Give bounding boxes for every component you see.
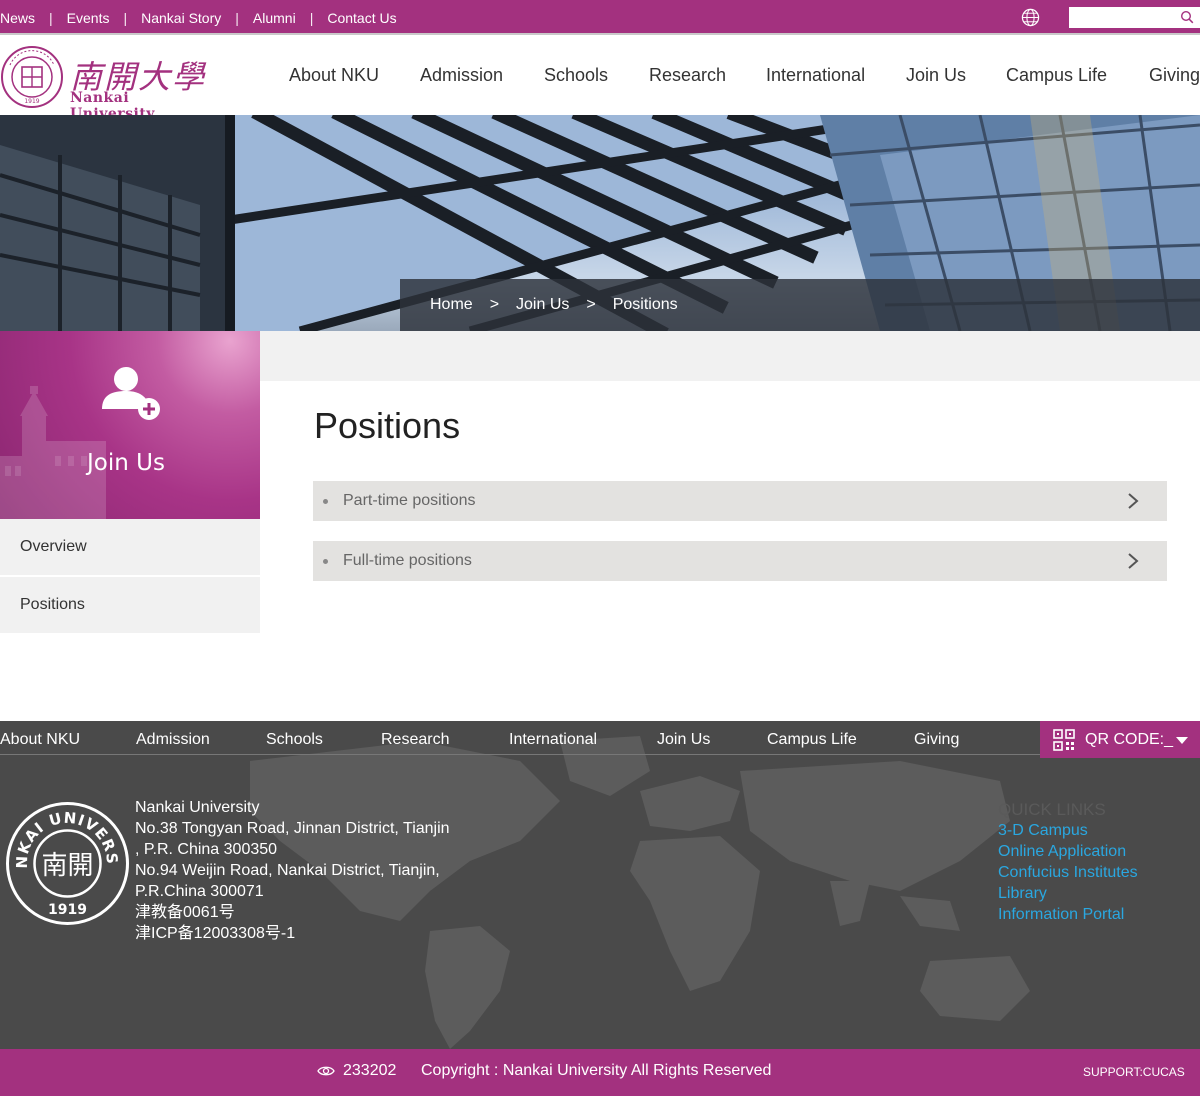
breadcrumb-home[interactable]: Home: [430, 296, 473, 314]
eye-icon: [317, 1066, 335, 1076]
breadcrumb-separator: >: [489, 296, 500, 313]
address-line: No.38 Tongyan Road, Jinnan District, Tia…: [135, 820, 450, 837]
qr-code-button[interactable]: QR CODE:_: [1040, 721, 1200, 758]
breadcrumb-separator: >: [586, 296, 596, 313]
sidebar-item-overview[interactable]: Overview: [0, 519, 260, 575]
separator: |: [49, 9, 53, 26]
qr-code-icon: [1053, 728, 1075, 751]
utility-link-alumni[interactable]: Alumni: [253, 10, 296, 26]
visit-counter: 233202: [343, 1062, 397, 1079]
address-line: P.R.China 300071: [135, 883, 264, 900]
separator: |: [123, 9, 128, 26]
main-navigation: About NKU Admission Schools Research Int…: [0, 35, 1200, 115]
university-seal-icon: NANKAI UNIVERSITY 南開 1919: [5, 801, 129, 925]
nav-international[interactable]: International: [766, 65, 865, 86]
site-header: 1919 南開大學 Nankai University About NKU Ad…: [0, 35, 1200, 122]
globe-icon[interactable]: [1021, 8, 1040, 27]
icp-record: 津教备0061号: [135, 904, 235, 921]
breadcrumb-join-us[interactable]: Join Us: [516, 296, 569, 314]
footer-navigation: About NKU Admission Schools Research Int…: [0, 721, 1040, 755]
bullet-icon: [323, 498, 328, 504]
footer-nav-international[interactable]: International: [509, 731, 597, 749]
utility-link-events[interactable]: Events: [67, 10, 110, 26]
position-item-part-time[interactable]: Part-time positions: [313, 481, 1167, 521]
quick-link-confucius-institutes[interactable]: Confucius Institutes: [998, 862, 1138, 883]
bullet-icon: [323, 558, 328, 564]
chevron-right-icon: [1128, 493, 1139, 509]
footer-nav-about-nku[interactable]: About NKU: [0, 731, 80, 749]
user-add-icon: [102, 367, 160, 420]
page-banner: Home > Join Us > Positions: [0, 115, 1200, 331]
nav-schools[interactable]: Schools: [544, 65, 608, 86]
address-line: No.94 Weijin Road, Nankai District, Tian…: [135, 862, 440, 879]
svg-text:1919: 1919: [48, 902, 87, 918]
quick-link-3d-campus[interactable]: 3-D Campus: [998, 820, 1138, 841]
utility-links: News | Events | Nankai Story | Alumni | …: [0, 0, 397, 35]
nav-join-us[interactable]: Join Us: [906, 65, 966, 86]
quick-links-heading: QUICK LINKS: [998, 800, 1106, 819]
breadcrumb-current: Positions: [612, 296, 678, 313]
footer-nav-giving[interactable]: Giving: [914, 731, 959, 749]
utility-link-contact-us[interactable]: Contact Us: [327, 10, 396, 26]
caret-down-icon: [1176, 737, 1188, 744]
sidebar-title: Join Us: [87, 450, 165, 476]
top-utility-bar: News | Events | Nankai Story | Alumni | …: [0, 0, 1200, 35]
position-item-full-time[interactable]: Full-time positions: [313, 541, 1167, 581]
footer-nav-schools[interactable]: Schools: [266, 731, 323, 749]
support-credit[interactable]: SUPPORT:CUCAS: [1083, 1065, 1185, 1079]
quick-link-online-application[interactable]: Online Application: [998, 841, 1138, 862]
page-title: Positions: [314, 405, 461, 446]
nav-campus-life[interactable]: Campus Life: [1006, 65, 1107, 86]
nav-about-nku[interactable]: About NKU: [289, 65, 379, 86]
utility-link-news[interactable]: News: [0, 10, 35, 26]
quick-link-information-portal[interactable]: Information Portal: [998, 904, 1138, 925]
content-top-strip: [260, 331, 1200, 381]
nav-giving[interactable]: Giving: [1149, 65, 1200, 86]
address-line: Nankai University: [135, 799, 260, 816]
utility-link-nankai-story[interactable]: Nankai Story: [141, 10, 221, 26]
quick-link-library[interactable]: Library: [998, 883, 1138, 904]
chevron-right-icon: [1128, 553, 1139, 569]
bottom-bar: 233202 Copyright : Nankai University All…: [0, 1049, 1200, 1096]
separator: |: [235, 9, 239, 26]
sidebar-header: Join Us: [0, 331, 260, 519]
icp-record: 津ICP备12003308号-1: [135, 925, 296, 942]
quick-links: QUICK LINKS 3-D Campus Online Applicatio…: [998, 799, 1138, 925]
footer-nav-join-us[interactable]: Join Us: [657, 731, 710, 749]
sidebar-item-positions[interactable]: Positions: [0, 577, 260, 633]
nav-admission[interactable]: Admission: [420, 65, 503, 86]
footer-nav-admission[interactable]: Admission: [136, 731, 210, 749]
address-line: , P.R. China 300350: [135, 841, 278, 858]
separator: |: [309, 9, 314, 26]
search-icon[interactable]: [1180, 10, 1194, 24]
qr-code-label: QR CODE:_: [1085, 730, 1174, 748]
search-box: [1069, 7, 1200, 28]
search-input[interactable]: [1069, 7, 1169, 28]
site-footer: About NKU Admission Schools Research Int…: [0, 721, 1200, 1049]
breadcrumb: Home > Join Us > Positions: [400, 279, 1200, 331]
footer-nav-research[interactable]: Research: [381, 731, 449, 749]
nav-research[interactable]: Research: [649, 65, 726, 86]
footer-nav-campus-life[interactable]: Campus Life: [767, 731, 857, 749]
footer-address: Nankai University No.38 Tongyan Road, Ji…: [135, 797, 465, 944]
sidebar-menu: Overview Positions: [0, 519, 260, 635]
copyright-text: Copyright : Nankai University All Rights…: [421, 1062, 772, 1079]
position-item-label: Part-time positions: [343, 492, 476, 509]
svg-text:南開: 南開: [41, 851, 93, 881]
position-item-label: Full-time positions: [343, 552, 472, 569]
